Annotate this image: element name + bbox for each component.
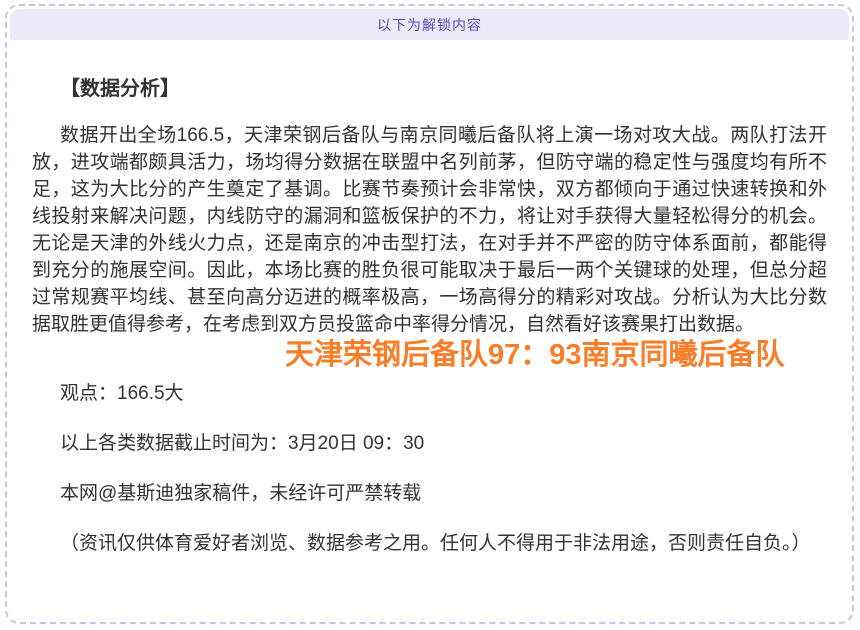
article-content: 【数据分析】 数据开出全场166.5，天津荣钢后备队与南京同曦后备队将上演一场对… xyxy=(10,76,849,557)
unlocked-content-banner: 以下为解锁内容 xyxy=(10,9,849,40)
banner-title: 以下为解锁内容 xyxy=(377,15,482,35)
data-cutoff-line: 以上各类数据截止时间为：3月20日 09：30 xyxy=(32,430,827,457)
viewpoint-line: 观点：166.5大 xyxy=(32,380,827,407)
unlocked-content-panel: 以下为解锁内容 【数据分析】 数据开出全场166.5，天津荣钢后备队与南京同曦后… xyxy=(5,4,854,624)
section-title: 【数据分析】 xyxy=(32,76,827,102)
copyright-line: 本网@基斯迪独家稿件，未经许可严禁转载 xyxy=(32,480,827,507)
analysis-paragraph: 数据开出全场166.5，天津荣钢后备队与南京同曦后备队将上演一场对攻大战。两队打… xyxy=(32,122,827,338)
predicted-score: 天津荣钢后备队97：93南京同曦后备队 xyxy=(285,339,827,371)
disclaimer-line: （资讯仅供体育爱好者浏览、数据参考之用。任何人不得用于非法用途，否则责任自负。） xyxy=(32,530,827,557)
